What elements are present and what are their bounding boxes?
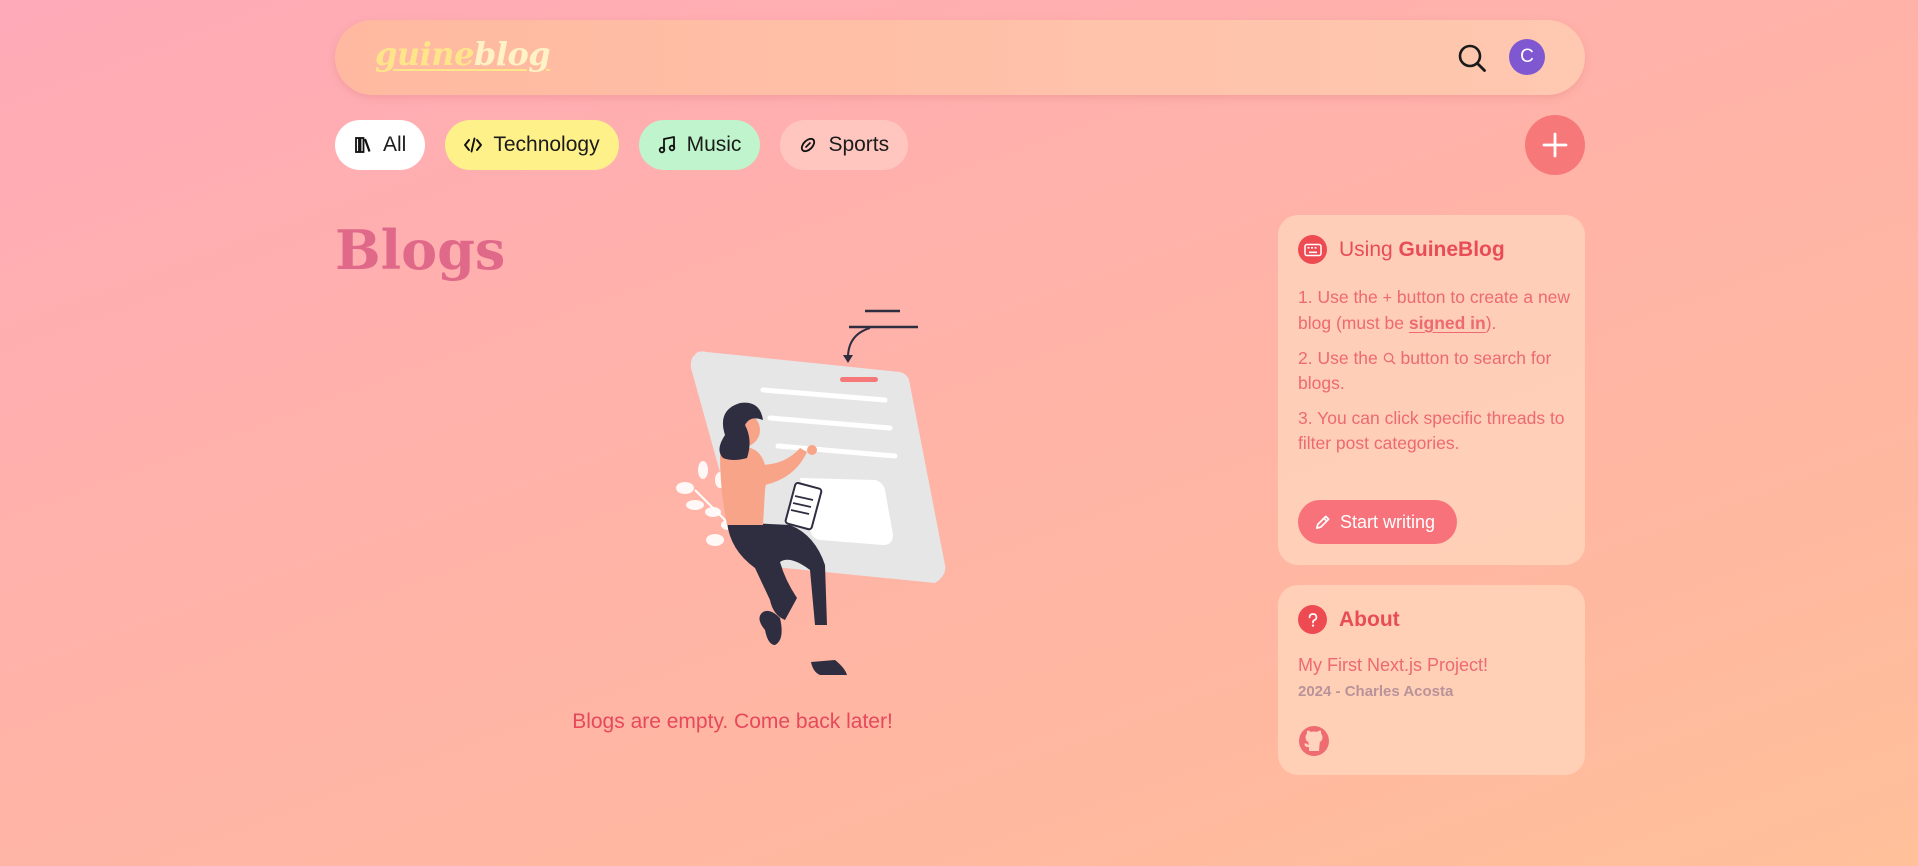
usage-steps: 1. Use the + button to create a new blog… [1298,285,1573,466]
step-3: 3. You can click specific threads to fil… [1298,408,1565,453]
logo-text-part2: blog [473,35,551,73]
about-credit: 2024 - Charles Acosta [1298,683,1454,700]
step-text: ). [1485,313,1497,333]
empty-state-message: Blogs are empty. Come back later! [572,710,893,733]
plus-icon: + [1382,290,1392,307]
code-icon [464,137,483,153]
step-text: 2. Use the [1298,348,1378,368]
tab-sports[interactable]: Sports [780,120,909,170]
card-header: Using GuineBlog [1298,235,1505,264]
step-1: 1. Use the + button to create a new blog… [1298,285,1573,336]
keyboard-icon [1298,235,1327,264]
title-prefix: Using [1339,237,1393,261]
page-title: Blogs [335,218,506,282]
question-icon [1298,605,1327,634]
about-description: My First Next.js Project! [1298,655,1489,675]
empty-state-illustration [676,309,946,675]
site-logo[interactable]: guineblog [375,35,551,73]
pencil-icon [1315,515,1330,529]
tab-all[interactable]: All [335,120,426,170]
tab-music[interactable]: Music [638,120,761,170]
github-icon[interactable] [1298,725,1330,757]
button-label: Start writing [1340,511,1436,532]
card-title: About [1339,607,1400,631]
about-card: About My First Next.js Project! 2024 - C… [1278,585,1585,775]
tab-label: Music [686,133,742,156]
search-icon [1383,348,1396,368]
tab-label: Sports [828,133,890,156]
step-text: 1. Use the [1298,287,1378,307]
user-avatar[interactable]: C [1509,39,1545,75]
category-tabs: All Technology Music Sports [335,120,909,170]
tab-label: All [383,133,407,156]
signed-in-link[interactable]: signed in [1409,313,1486,333]
add-blog-button[interactable] [1525,115,1585,175]
search-icon[interactable] [1457,43,1487,73]
plus-icon [1542,132,1568,158]
using-guineblog-card: Using GuineBlog 1. Use the + button to c… [1278,215,1585,565]
brand-name: GuineBlog [1398,237,1505,261]
books-icon [355,137,371,153]
top-navbar: guineblog C [335,20,1585,95]
football-icon [801,137,816,153]
card-header: About [1298,605,1400,634]
start-writing-button[interactable]: Start writing [1298,500,1458,544]
card-title: Using GuineBlog [1339,238,1505,262]
logo-text-part1: guine [375,35,474,73]
tab-label: Technology [493,133,600,156]
music-note-icon [658,136,675,154]
tab-technology[interactable]: Technology [445,120,619,170]
step-2: 2. Use the button to search for blogs. [1298,346,1573,396]
